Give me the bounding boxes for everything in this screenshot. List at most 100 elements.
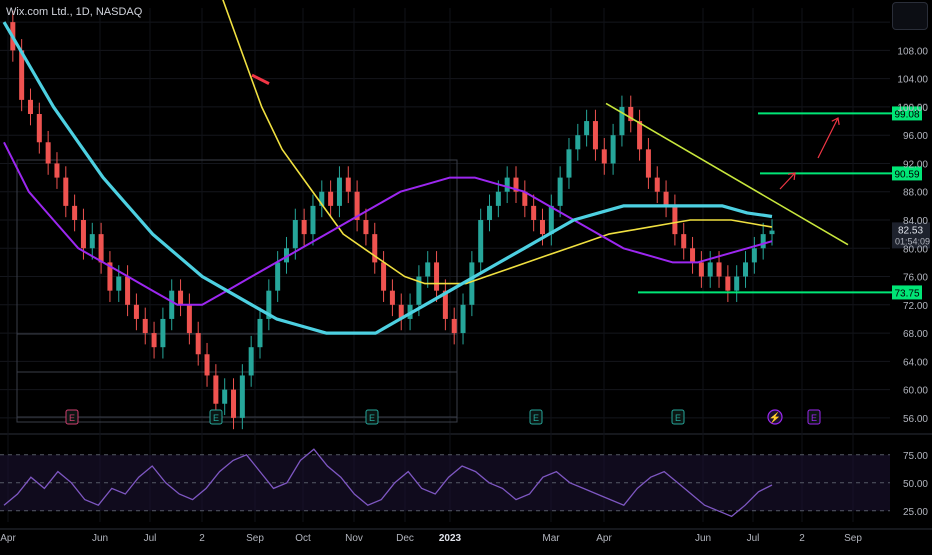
price-tick-label: 88.00 [903, 188, 928, 199]
candle-body [372, 234, 378, 263]
time-tick-label: Jun [695, 533, 711, 544]
chart-settings-button[interactable] [892, 2, 928, 30]
candle-body [681, 234, 687, 249]
price-tick-label: 76.00 [903, 273, 928, 284]
candle-body [495, 191, 501, 206]
time-tick-label: Apr [0, 533, 16, 544]
rsi-tick-label: 50.00 [903, 479, 928, 490]
candle-body [239, 375, 245, 418]
candle-body [734, 276, 740, 291]
candle-body [63, 177, 69, 206]
candle-body [301, 220, 307, 235]
candle-body [469, 262, 475, 305]
candle-body [707, 262, 713, 277]
candle-body [80, 220, 86, 249]
time-tick-label: Nov [345, 533, 363, 544]
candle-body [133, 304, 139, 319]
candle-body [257, 318, 263, 348]
price-tick-label: 100.00 [897, 103, 928, 114]
time-tick-label: Jul [144, 533, 157, 544]
symbol-title: Wix.com Ltd., 1D, NASDAQ [6, 6, 143, 18]
candle-body [487, 205, 493, 220]
price-tick-label: 64.00 [903, 357, 928, 368]
level-73-badge-text: 73.75 [894, 288, 919, 299]
candle-body [27, 99, 33, 114]
candle-body [539, 220, 545, 235]
candle-body [204, 354, 210, 376]
candle-body [575, 135, 581, 150]
candle-body [195, 333, 201, 355]
candle-body [451, 318, 457, 334]
candle-body [45, 142, 51, 164]
candle-body [142, 318, 148, 334]
price-tick-label: 56.00 [903, 414, 928, 425]
last-price-text: 82.53 [898, 225, 923, 236]
price-tick-label: 96.00 [903, 131, 928, 142]
candle-body [116, 276, 122, 291]
candle-body [160, 318, 166, 348]
price-tick-label: 80.00 [903, 244, 928, 255]
candle-body [637, 121, 643, 150]
candle-body [478, 220, 484, 263]
candle-body [222, 389, 228, 404]
candle-body [716, 262, 722, 277]
candle-body [125, 276, 131, 305]
candle-body [336, 177, 342, 206]
candle-body [345, 177, 351, 192]
candle-body [698, 262, 704, 277]
time-tick-label: 2 [199, 533, 205, 544]
candle-body [769, 230, 775, 235]
candle-body [751, 248, 757, 263]
time-tick-label: Dec [396, 533, 414, 544]
time-tick-label: Oct [295, 533, 311, 544]
time-tick-label: Mar [542, 533, 560, 544]
price-tick-label: 92.00 [903, 159, 928, 170]
rsi-pane[interactable] [0, 448, 890, 518]
stock-chart[interactable]: 99.08 90.59 73.75 82.53 01:54:09 100.00 EEEEE… [0, 0, 932, 550]
candle-body [610, 135, 616, 164]
candle-body [663, 191, 669, 206]
rsi-tick-label: 25.00 [903, 507, 928, 518]
time-tick-label: Sep [844, 533, 862, 544]
earnings-icon-glyph: E [533, 413, 539, 423]
candle-body [231, 389, 237, 418]
price-tick-label: 84.00 [903, 216, 928, 227]
candle-body [645, 149, 651, 178]
candle-body [434, 262, 440, 291]
candle-body [275, 262, 281, 291]
time-tick-label: 2023 [439, 533, 462, 544]
candle-body [690, 248, 696, 263]
time-tick-label: Jun [92, 533, 108, 544]
dividend-icon-glyph: ⚡ [769, 411, 781, 424]
price-tick-label: 72.00 [903, 301, 928, 312]
candle-body [363, 220, 369, 235]
chart-canvas[interactable]: 99.0890.5973.7582.5301:54:09100.00 EEEEE… [0, 0, 932, 550]
candle-body [213, 375, 219, 404]
candle-body [531, 205, 537, 220]
candle-body [672, 205, 678, 235]
candle-body [36, 114, 42, 143]
candle-body [98, 234, 104, 263]
time-tick-label: Sep [246, 533, 264, 544]
rsi-tick-label: 75.00 [903, 451, 928, 462]
candle-body [248, 347, 254, 376]
candle-body [654, 177, 660, 192]
candle-body [310, 205, 316, 235]
candle-body [54, 163, 60, 178]
candle-body [381, 262, 387, 291]
price-tick-label: 104.00 [897, 75, 928, 86]
candle-body [89, 234, 95, 249]
candle-body [186, 304, 192, 334]
candle-body [584, 121, 590, 136]
candle-body [601, 149, 607, 164]
earnings-icon-glyph: E [675, 413, 681, 423]
candle-body [548, 205, 554, 235]
candle-body [292, 220, 298, 249]
candle-body [425, 262, 431, 277]
earnings-icon-glyph: E [69, 413, 75, 423]
candle-body [592, 121, 598, 150]
candle-body [760, 234, 766, 249]
candle-body [725, 276, 731, 291]
candle-body [389, 290, 395, 305]
candle-body [328, 191, 334, 206]
